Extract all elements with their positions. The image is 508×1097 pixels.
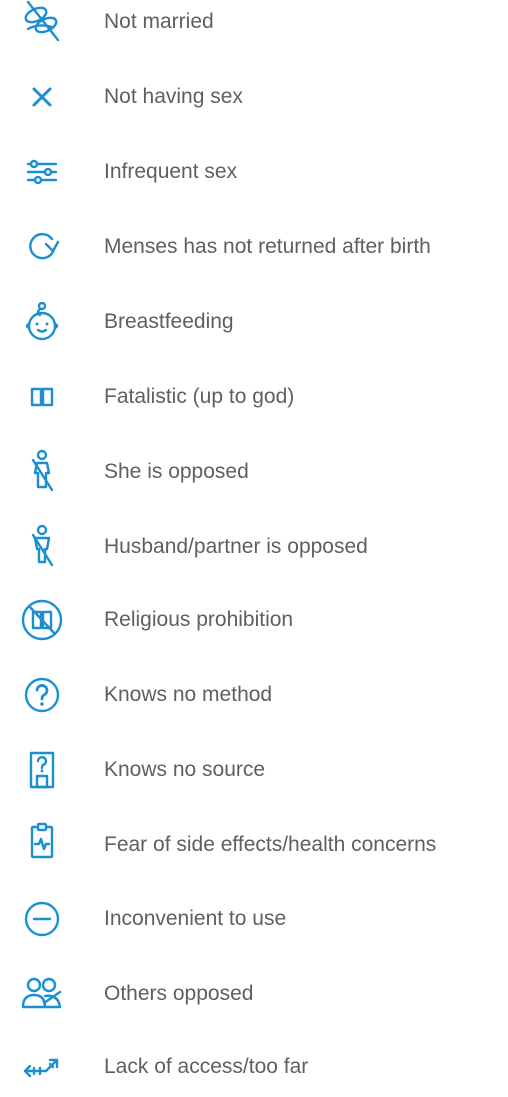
- reasons-legend: Not married Not having sex Infrequent se…: [0, 0, 508, 1080]
- question-circle-icon: [14, 669, 70, 721]
- legend-label: Infrequent sex: [104, 160, 238, 183]
- woman-crossed-icon: [14, 446, 70, 498]
- legend-item-no-method: Knows no method: [0, 665, 508, 725]
- legend-item-religious: Religious prohibition: [0, 590, 508, 650]
- legend-item-side-effects: Fear of side effects/health concerns: [0, 815, 508, 875]
- legend-label: Inconvenient to use: [104, 907, 287, 930]
- x-icon: [14, 71, 70, 123]
- legend-item-not-married: Not married: [0, 0, 508, 52]
- legend-item-menses: Menses has not returned after birth: [0, 217, 508, 277]
- legend-label: Religious prohibition: [104, 608, 294, 631]
- legend-label: Breastfeeding: [104, 310, 234, 333]
- legend-item-others-opposed: Others opposed: [0, 964, 508, 1024]
- legend-label: Knows no source: [104, 758, 266, 781]
- legend-item-infrequent-sex: Infrequent sex: [0, 142, 508, 202]
- legend-label: She is opposed: [104, 460, 249, 483]
- long-arrows-icon: [14, 1041, 70, 1093]
- legend-label: Others opposed: [104, 982, 254, 1005]
- legend-item-not-having-sex: Not having sex: [0, 67, 508, 127]
- man-crossed-icon: [14, 521, 70, 573]
- legend-label: Lack of access/too far: [104, 1055, 309, 1078]
- legend-label: Knows no method: [104, 683, 273, 706]
- legend-label: Fatalistic (up to god): [104, 385, 295, 408]
- legend-item-no-source: Knows no source: [0, 740, 508, 800]
- rings-crossed-icon: [14, 0, 70, 48]
- sliders-icon: [14, 146, 70, 198]
- legend-item-inconvenient: Inconvenient to use: [0, 889, 508, 949]
- people-crossed-icon: [14, 968, 70, 1020]
- legend-label: Husband/partner is opposed: [104, 535, 368, 558]
- legend-item-fatalistic: Fatalistic (up to god): [0, 367, 508, 427]
- book-prohibited-icon: [14, 594, 70, 646]
- legend-item-lack-of-access: Lack of access/too far: [0, 1037, 508, 1097]
- question-door-icon: [14, 744, 70, 796]
- baby-face-icon: [14, 296, 70, 348]
- legend-label: Not having sex: [104, 85, 243, 108]
- refresh-icon: [14, 221, 70, 273]
- open-book-icon: [14, 371, 70, 423]
- minus-circle-icon: [14, 893, 70, 945]
- legend-label: Menses has not returned after birth: [104, 235, 431, 258]
- clipboard-pulse-icon: [14, 819, 70, 871]
- legend-item-she-opposed: She is opposed: [0, 442, 508, 502]
- legend-item-partner-opposed: Husband/partner is opposed: [0, 517, 508, 577]
- legend-label: Not married: [104, 10, 214, 33]
- legend-item-breastfeeding: Breastfeeding: [0, 292, 508, 352]
- legend-label: Fear of side effects/health concerns: [104, 833, 437, 856]
